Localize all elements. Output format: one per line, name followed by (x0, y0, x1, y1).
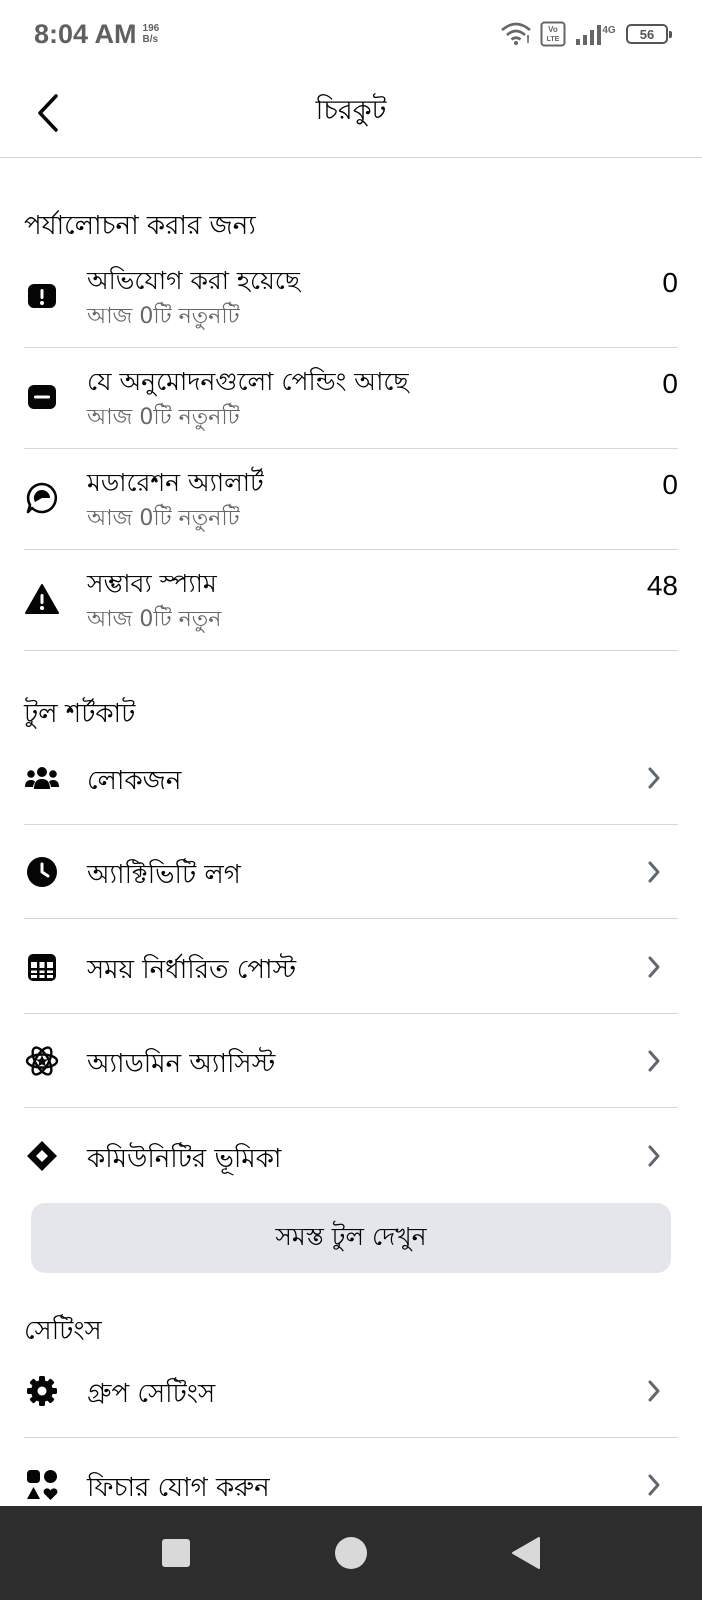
clock-icon (24, 854, 60, 890)
square-icon (162, 1539, 190, 1567)
review-item-pending[interactable]: যে অনুমোদনগুলো পেন্ডিং আছে আজ 0টি নতুনটি… (24, 348, 678, 449)
back-button[interactable] (28, 88, 68, 138)
system-back-button[interactable] (508, 1535, 544, 1571)
network-type: 4G (602, 25, 616, 36)
net-speed-unit: B/s (142, 34, 159, 45)
chevron-right-icon (644, 765, 664, 791)
review-item-count: 0 (662, 368, 678, 399)
battery-icon: 56 (626, 24, 672, 44)
review-section-title: পর্যালোচনা করার জন্য (24, 211, 256, 241)
review-item-subtitle: আজ 0টি নতুনটি (87, 304, 240, 329)
review-item-subtitle: আজ 0টি নতুনটি (87, 405, 240, 430)
settings-item-label: ফিচার যোগ করুন (87, 1473, 270, 1503)
chevron-right-icon (644, 1378, 664, 1404)
tool-item-label: অ্যাডমিন অ্যাসিস্ট (87, 1049, 276, 1079)
status-time: 8:04 AM (34, 18, 137, 49)
review-item-title: অভিযোগ করা হয়েছে (87, 266, 301, 295)
report-exclamation-icon (24, 278, 60, 314)
recents-button[interactable] (158, 1535, 194, 1571)
battery-level: 56 (639, 26, 655, 42)
tool-item-label: লোকজন (87, 766, 182, 796)
review-item-count: 0 (662, 469, 678, 500)
net-speed-value: 196 (142, 23, 160, 34)
review-item-count: 0 (662, 267, 678, 298)
tool-item-label: কমিউনিটির ভূমিকা (87, 1144, 282, 1174)
see-all-tools-button[interactable]: সমস্ত টুল দেখুন (31, 1203, 671, 1273)
svg-text:LTE: LTE (547, 36, 560, 43)
chevron-right-icon (644, 1472, 664, 1498)
status-left: 8:04 AM 196 B/s (34, 19, 159, 50)
review-item-title: যে অনুমোদনগুলো পেন্ডিং আছে (87, 367, 409, 396)
tool-item-label: সময় নির্ধারিত পোস্ট (87, 955, 297, 985)
chevron-right-icon (644, 1048, 664, 1074)
add-features-icon (24, 1467, 60, 1503)
triangle-back-icon (512, 1537, 540, 1569)
tool-item-community-roles[interactable]: কমিউনিটির ভূমিকা (24, 1109, 678, 1203)
status-bar: 8:04 AM 196 B/s Vo LTE 4G 56 (0, 0, 702, 68)
wifi-icon (501, 22, 531, 45)
review-item-subtitle: আজ 0টি নতুন (87, 607, 222, 632)
review-item-spam[interactable]: সম্ভাব্য স্প্যাম আজ 0টি নতুন 48 (24, 550, 678, 651)
gear-icon (24, 1373, 60, 1409)
settings-item-label: গ্রুপ সেটিংস (87, 1379, 216, 1409)
review-item-moderation-alerts[interactable]: মডারেশন অ্যালার্ট আজ 0টি নতুনটি 0 (24, 449, 678, 550)
review-item-reported[interactable]: অভিযোগ করা হয়েছে আজ 0টি নতুনটি 0 (24, 247, 678, 348)
tool-item-admin-assist[interactable]: অ্যাডমিন অ্যাসিস্ট (24, 1014, 678, 1108)
page-title: চিরকুট (315, 95, 387, 126)
moderation-alert-icon (24, 480, 60, 516)
home-button[interactable] (333, 1535, 369, 1571)
review-item-title: মডারেশন অ্যালার্ট (87, 468, 264, 497)
system-navigation-bar (0, 1506, 702, 1600)
pending-card-icon (24, 379, 60, 415)
status-right: Vo LTE 4G 56 (500, 21, 672, 47)
chevron-right-icon (644, 859, 664, 885)
review-item-title: সম্ভাব্য স্প্যাম (87, 569, 217, 598)
settings-item-group-settings[interactable]: গ্রুপ সেটিংস (24, 1344, 678, 1438)
app-header: চিরকুট (0, 68, 702, 158)
tool-item-activity-log[interactable]: অ্যাক্টিভিটি লগ (24, 825, 678, 919)
warning-triangle-icon (24, 581, 60, 617)
circle-icon (335, 1537, 367, 1569)
tool-item-label: অ্যাক্টিভিটি লগ (87, 860, 241, 890)
tool-item-scheduled-posts[interactable]: সময় নির্ধারিত পোস্ট (24, 920, 678, 1014)
svg-text:Vo: Vo (548, 25, 558, 34)
chevron-left-icon (38, 94, 58, 132)
signal-icon: 4G (576, 25, 616, 45)
review-item-subtitle: আজ 0টি নতুনটি (87, 506, 240, 531)
admin-assist-icon (24, 1043, 60, 1079)
people-icon (24, 760, 60, 796)
tool-item-people[interactable]: লোকজন (24, 731, 678, 825)
volte-icon: Vo LTE (540, 21, 566, 47)
chevron-right-icon (644, 954, 664, 980)
calendar-icon (24, 949, 60, 985)
review-item-count: 48 (646, 570, 678, 601)
chevron-right-icon (644, 1143, 664, 1169)
net-speed: 196 B/s (143, 23, 160, 45)
diamond-icon (24, 1138, 60, 1174)
